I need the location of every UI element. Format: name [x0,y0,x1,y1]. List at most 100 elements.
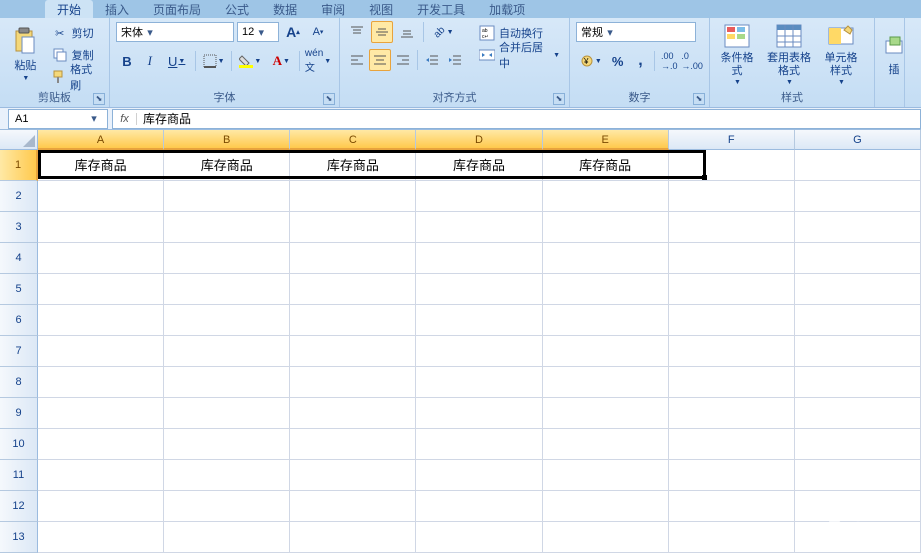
cell-C4[interactable] [290,243,416,274]
align-left-button[interactable] [346,49,368,71]
cell-E3[interactable] [543,212,669,243]
cell-D4[interactable] [416,243,542,274]
cell-G10[interactable] [795,429,921,460]
cell-C3[interactable] [290,212,416,243]
cell-A12[interactable] [38,491,164,522]
percent-button[interactable]: % [607,50,629,72]
cell-D3[interactable] [416,212,542,243]
cell-A7[interactable] [38,336,164,367]
cell-B5[interactable] [164,274,290,305]
orientation-button[interactable]: ab▼ [429,21,459,43]
cell-D5[interactable] [416,274,542,305]
row-header-4[interactable]: 4 [0,243,38,274]
align-bottom-button[interactable] [396,21,418,43]
cell-C9[interactable] [290,398,416,429]
cell-E1[interactable]: 库存商品 [543,150,669,181]
align-expand-icon[interactable]: ⬊ [553,93,565,105]
paste-button[interactable]: 粘贴 ▼ [6,21,45,87]
cell-G1[interactable] [795,150,921,181]
cell-G8[interactable] [795,367,921,398]
cell-D7[interactable] [416,336,542,367]
tab-7[interactable]: 开发工具 [405,0,477,18]
row-header-9[interactable]: 9 [0,398,38,429]
tab-6[interactable]: 视图 [357,0,405,18]
cell-B7[interactable] [164,336,290,367]
cell-F10[interactable] [669,429,795,460]
cell-C13[interactable] [290,522,416,553]
cell-C11[interactable] [290,460,416,491]
col-header-B[interactable]: B [164,130,290,150]
cell-C10[interactable] [290,429,416,460]
col-header-F[interactable]: F [669,130,795,150]
bold-button[interactable]: B [116,50,138,72]
tab-4[interactable]: 数据 [261,0,309,18]
select-all-corner[interactable] [0,130,38,150]
row-header-10[interactable]: 10 [0,429,38,460]
cell-D9[interactable] [416,398,542,429]
number-format-combo[interactable]: 常规▾ [576,22,696,42]
cell-G2[interactable] [795,181,921,212]
col-header-A[interactable]: A [38,130,164,150]
cell-B13[interactable] [164,522,290,553]
cell-A5[interactable] [38,274,164,305]
cell-E11[interactable] [543,460,669,491]
cell-E13[interactable] [543,522,669,553]
cell-A2[interactable] [38,181,164,212]
cell-B12[interactable] [164,491,290,522]
row-header-6[interactable]: 6 [0,305,38,336]
font-expand-icon[interactable]: ⬊ [323,93,335,105]
tab-5[interactable]: 审阅 [309,0,357,18]
cell-A4[interactable] [38,243,164,274]
number-expand-icon[interactable]: ⬊ [693,93,705,105]
cell-E6[interactable] [543,305,669,336]
tab-3[interactable]: 公式 [213,0,261,18]
italic-button[interactable]: I [139,50,161,72]
cell-B4[interactable] [164,243,290,274]
cell-F7[interactable] [669,336,795,367]
cell-G11[interactable] [795,460,921,491]
cell-F11[interactable] [669,460,795,491]
comma-button[interactable]: , [630,50,652,72]
cell-E2[interactable] [543,181,669,212]
cell-A1[interactable]: 库存商品 [38,150,164,181]
cell-B1[interactable]: 库存商品 [164,150,290,181]
row-header-13[interactable]: 13 [0,522,38,553]
cell-C6[interactable] [290,305,416,336]
cell-B3[interactable] [164,212,290,243]
tab-1[interactable]: 插入 [93,0,141,18]
col-header-C[interactable]: C [290,130,416,150]
font-size-combo[interactable]: 12▾ [237,22,279,42]
cell-A13[interactable] [38,522,164,553]
cell-E9[interactable] [543,398,669,429]
col-header-E[interactable]: E [543,130,669,150]
cell-A6[interactable] [38,305,164,336]
cell-B6[interactable] [164,305,290,336]
cell-F13[interactable] [669,522,795,553]
merge-center-button[interactable]: 合并后居中▼ [476,45,563,65]
align-top-button[interactable] [346,21,368,43]
underline-button[interactable]: U▼ [162,50,192,72]
cell-E7[interactable] [543,336,669,367]
cell-B11[interactable] [164,460,290,491]
cell-F3[interactable] [669,212,795,243]
font-color-button[interactable]: A▼ [266,50,296,72]
align-center-button[interactable] [369,49,391,71]
align-middle-button[interactable] [371,21,393,43]
phonetic-button[interactable]: wén文▼ [303,50,333,72]
cell-D8[interactable] [416,367,542,398]
cell-G6[interactable] [795,305,921,336]
cell-C1[interactable]: 库存商品 [290,150,416,181]
cell-E10[interactable] [543,429,669,460]
cell-B10[interactable] [164,429,290,460]
cell-D12[interactable] [416,491,542,522]
tab-0[interactable]: 开始 [45,0,93,18]
col-header-G[interactable]: G [795,130,921,150]
cell-G9[interactable] [795,398,921,429]
fill-color-button[interactable]: ▼ [235,50,265,72]
accounting-format-button[interactable]: ¥▼ [576,50,606,72]
cell-F12[interactable] [669,491,795,522]
cell-G7[interactable] [795,336,921,367]
clipboard-expand-icon[interactable]: ⬊ [93,93,105,105]
conditional-format-button[interactable]: 条件格式▼ [716,21,758,87]
col-header-D[interactable]: D [416,130,542,150]
